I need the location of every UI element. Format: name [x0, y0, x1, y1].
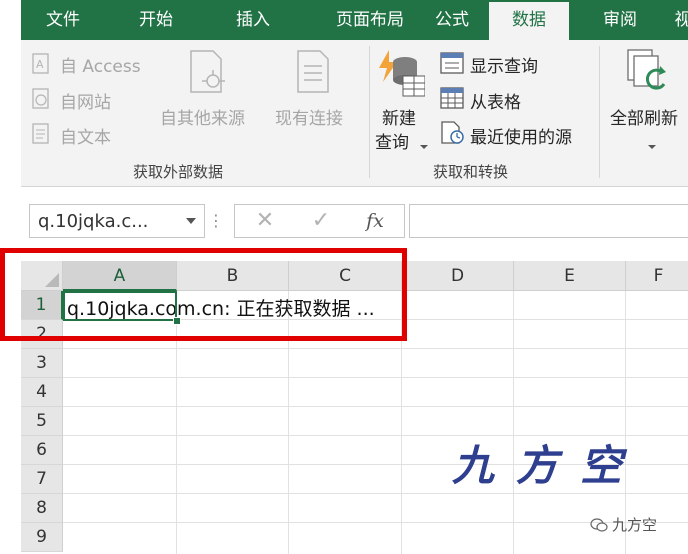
svg-text:A: A [36, 58, 44, 71]
name-box-dropdown-icon[interactable] [186, 218, 196, 224]
gridline [63, 493, 688, 494]
existing-connections-icon [292, 48, 334, 100]
new-query-label-1[interactable]: 新建 [382, 104, 416, 129]
from-text-button[interactable]: 自文本 [60, 123, 111, 148]
tab-insert[interactable]: 插入 [207, 0, 299, 40]
tab-home[interactable]: 开始 [109, 0, 203, 40]
table-icon [440, 87, 464, 113]
row-header-7[interactable]: 7 [21, 465, 63, 494]
refresh-all-button[interactable]: 全部刷新 [610, 104, 678, 129]
cancel-icon[interactable]: ✕ [247, 207, 283, 235]
from-access-button[interactable]: 自 Access [60, 52, 141, 77]
insert-function-icon[interactable]: fx [357, 207, 393, 235]
name-box[interactable]: q.10jqka.c... [29, 204, 205, 238]
gridline [63, 377, 688, 378]
refresh-all-icon [626, 46, 672, 102]
get-external-data-group-label: 获取外部数据 [133, 163, 224, 181]
from-table-button[interactable]: 从表格 [470, 88, 521, 113]
new-query-dropdown-icon[interactable] [419, 136, 429, 155]
show-queries-icon [440, 52, 464, 78]
show-queries-button[interactable]: 显示查询 [470, 52, 538, 77]
row-header-9[interactable]: 9 [21, 523, 63, 552]
highlight-annotation-box [0, 248, 407, 341]
refresh-all-dropdown-icon[interactable] [647, 136, 657, 155]
name-box-value: q.10jqka.c... [38, 211, 149, 232]
watermark-text: 九方空 [452, 441, 645, 490]
gridline [63, 406, 688, 407]
enter-icon[interactable]: ✓ [303, 207, 339, 235]
column-header-e[interactable]: E [514, 261, 626, 291]
tab-file[interactable]: 文件 [21, 0, 105, 40]
recent-sources-button[interactable]: 最近使用的源 [470, 123, 572, 148]
column-header-f[interactable]: F [626, 261, 688, 291]
gridline [63, 348, 688, 349]
recent-sources-icon [440, 121, 466, 149]
column-header-d[interactable]: D [402, 261, 514, 291]
tab-review[interactable]: 审阅 [577, 0, 663, 40]
wechat-badge-label: 九方空 [612, 516, 658, 534]
row-header-6[interactable]: 6 [21, 436, 63, 465]
new-query-label-2[interactable]: 查询 [375, 128, 409, 153]
tab-view[interactable]: 视 [663, 0, 688, 40]
ribbon: A 自 Access 自网站 自文本 自其他来源 现有连接 获取外部数据 新建 … [21, 40, 688, 187]
group-separator [369, 46, 370, 178]
tab-formulas[interactable]: 公式 [411, 0, 493, 40]
ribbon-tab-bar: 文件 开始 插入 页面布局 公式 数据 审阅 视 [21, 0, 688, 40]
wechat-icon [590, 518, 608, 532]
web-page-icon [31, 88, 51, 114]
row-header-5[interactable]: 5 [21, 407, 63, 436]
row-header-8[interactable]: 8 [21, 494, 63, 523]
excel-window: 文件 开始 插入 页面布局 公式 数据 审阅 视 A 自 Access 自网站 … [0, 0, 688, 554]
new-query-icon [375, 48, 426, 104]
get-transform-group-label: 获取和转换 [433, 163, 509, 181]
text-file-icon [31, 123, 51, 149]
row-header-3[interactable]: 3 [21, 349, 63, 378]
gridline [513, 291, 514, 554]
formula-bar-splitter-icon[interactable]: ⋮ [208, 211, 224, 230]
wechat-badge: 九方空 [590, 514, 657, 535]
existing-connections-button[interactable]: 现有连接 [275, 104, 343, 129]
formula-buttons: ✕ ✓ fx [234, 204, 405, 238]
from-other-sources-button[interactable]: 自其他来源 [160, 104, 245, 129]
formula-input[interactable] [409, 204, 688, 238]
row-header-4[interactable]: 4 [21, 378, 63, 407]
tab-data[interactable]: 数据 [489, 2, 569, 40]
from-web-button[interactable]: 自网站 [60, 88, 111, 113]
access-db-icon: A [31, 53, 51, 79]
other-sources-icon [187, 48, 229, 100]
group-separator [599, 46, 600, 178]
